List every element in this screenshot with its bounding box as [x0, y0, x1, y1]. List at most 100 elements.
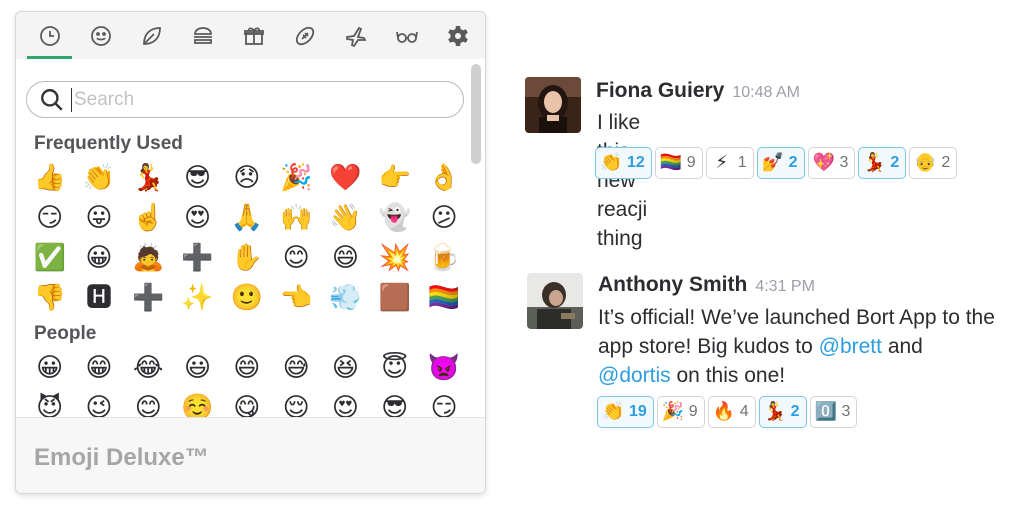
clock-icon — [39, 25, 60, 46]
emoji-cell[interactable]: 😋 — [222, 388, 271, 417]
emoji-list: Frequently Used 👍 👏 💃 😎 😞 🎉 ❤️ 👉 👌 😏 😛 ☝️ 😍 🙏 🙌 👋 👻 😕 ✅ 😀 🙇 ➕… — [16, 130, 471, 417]
emoji-cell[interactable]: 😕 — [419, 198, 468, 238]
emoji-cell[interactable]: 😅 — [271, 348, 320, 388]
emoji-cell[interactable]: 🟫 — [370, 278, 419, 318]
emoji-cell[interactable]: 😍 — [321, 388, 370, 417]
emoji-cell[interactable]: 👋 — [321, 198, 370, 238]
emoji-preview-title: Emoji Deluxe™ — [34, 444, 209, 471]
emoji-search-input[interactable] — [71, 87, 451, 112]
emoji-cell[interactable]: ✨ — [173, 278, 222, 318]
reaction-pill[interactable]: 🏳️‍🌈 9 — [654, 147, 703, 179]
emoji-list-scrollbar[interactable] — [471, 64, 481, 164]
message-timestamp[interactable]: 10:48 AM — [732, 84, 800, 101]
tab-travel[interactable] — [330, 12, 381, 59]
reaction-pill[interactable]: 💖 3 — [807, 147, 856, 179]
emoji-cell[interactable]: ❤️ — [321, 158, 370, 198]
reaction-pill[interactable]: 👴 2 — [909, 147, 958, 179]
reaction-pill[interactable]: 🔥 4 — [707, 396, 756, 428]
emoji-cell[interactable]: 😌 — [271, 388, 320, 417]
emoji-cell[interactable]: 😃 — [173, 348, 222, 388]
emoji-cell[interactable]: ✋ — [222, 238, 271, 278]
tab-custom[interactable] — [432, 12, 483, 59]
reaction-pill[interactable]: 💃 2 — [858, 147, 907, 179]
emoji-cell[interactable]: 😈 — [25, 388, 74, 417]
emoji-cell[interactable]: 🎉 — [271, 158, 320, 198]
mention-link[interactable]: @dortis — [598, 364, 671, 387]
emoji-cell[interactable]: 👻 — [370, 198, 419, 238]
emoji-cell[interactable]: 🙇 — [124, 238, 173, 278]
message-timestamp[interactable]: 4:31 PM — [755, 278, 815, 295]
message-author[interactable]: Anthony Smith 4:31 PM — [598, 273, 815, 297]
emoji-cell[interactable]: 👌 — [419, 158, 468, 198]
emoji-cell[interactable]: 😎 — [173, 158, 222, 198]
emoji-cell[interactable]: 👏 — [74, 158, 123, 198]
emoji-cell[interactable]: 😁 — [74, 348, 123, 388]
glasses-icon — [395, 31, 418, 43]
emoji-cell[interactable]: 👉 — [370, 158, 419, 198]
author-name[interactable]: Anthony Smith — [598, 273, 747, 296]
emoji-cell[interactable]: 😉 — [74, 388, 123, 417]
message-text: It’s official! We’ve launched Bort App t… — [598, 303, 998, 390]
tab-food[interactable] — [177, 12, 228, 59]
emoji-cell[interactable]: ✅ — [25, 238, 74, 278]
tab-frequently-used[interactable] — [24, 12, 75, 59]
emoji-cell[interactable]: 🙏 — [222, 198, 271, 238]
avatar[interactable] — [527, 273, 583, 329]
emoji-cell[interactable]: 😏 — [419, 388, 468, 417]
section-title-frequently-used: Frequently Used — [34, 133, 183, 154]
emoji-cell[interactable]: 😛 — [74, 198, 123, 238]
reaction-pill[interactable]: 👏 12 — [595, 147, 652, 179]
reaction-count: 2 — [788, 154, 798, 171]
emoji-cell[interactable]: ☝️ — [124, 198, 173, 238]
emoji-cell[interactable]: 👎 — [25, 278, 74, 318]
reaction-pill[interactable]: 0️⃣ 3 — [809, 396, 858, 428]
emoji-cell[interactable]: 😆 — [321, 348, 370, 388]
emoji-cell[interactable]: 🙌 — [271, 198, 320, 238]
avatar[interactable] — [525, 77, 581, 133]
tab-activity[interactable] — [279, 12, 330, 59]
emoji-cell[interactable]: 🏳️‍🌈 — [419, 278, 468, 318]
emoji-grid-frequently-used: 👍 👏 💃 😎 😞 🎉 ❤️ 👉 👌 😏 😛 ☝️ 😍 🙏 🙌 👋 👻 😕 ✅ 😀 🙇 ➕ ✋ 😊 😄 💥 🍺 👎 🅷 ➕ ✨ 🙂 👈 💨 🟫 🏳️‍… — [16, 158, 471, 318]
tab-objects[interactable] — [381, 12, 432, 59]
tab-nature[interactable] — [126, 12, 177, 59]
emoji-cell[interactable]: 💨 — [321, 278, 370, 318]
emoji-cell[interactable]: 😂 — [124, 348, 173, 388]
emoji-cell[interactable]: 😄 — [321, 238, 370, 278]
tab-celebration[interactable] — [228, 12, 279, 59]
reaction-count: 1 — [737, 154, 747, 171]
mention-link[interactable]: @brett — [819, 335, 882, 358]
emoji-cell[interactable]: 😞 — [222, 158, 271, 198]
emoji-cell[interactable]: 😀 — [74, 238, 123, 278]
emoji-cell[interactable]: 😎 — [370, 388, 419, 417]
author-name[interactable]: Fiona Guiery — [596, 79, 724, 102]
emoji-cell[interactable]: ➕ — [173, 238, 222, 278]
message-author[interactable]: Fiona Guiery 10:48 AM — [596, 79, 800, 103]
reaction-pill[interactable]: ⚡ 1 — [705, 147, 754, 179]
emoji-cell[interactable]: 😀 — [25, 348, 74, 388]
emoji-cell[interactable]: 👈 — [271, 278, 320, 318]
message-text-part: It’s official! We’ve launched Bort App t… — [598, 306, 995, 358]
emoji-cell[interactable]: ➕ — [124, 278, 173, 318]
emoji-cell[interactable]: 🙂 — [222, 278, 271, 318]
emoji-cell[interactable]: 😊 — [271, 238, 320, 278]
section-title-people: People — [34, 323, 97, 344]
reaction-pill[interactable]: 💅 2 — [756, 147, 805, 179]
emoji-cell[interactable]: 💃 — [124, 158, 173, 198]
emoji-cell[interactable]: 😊 — [124, 388, 173, 417]
emoji-cell[interactable]: 😏 — [25, 198, 74, 238]
emoji-cell[interactable]: 👿 — [419, 348, 468, 388]
emoji-cell[interactable]: ☺️ — [173, 388, 222, 417]
emoji-cell[interactable]: 😍 — [173, 198, 222, 238]
emoji-cell[interactable]: 😄 — [222, 348, 271, 388]
emoji-cell[interactable]: 🍺 — [419, 238, 468, 278]
tab-people[interactable] — [75, 12, 126, 59]
airplane-icon — [345, 26, 366, 47]
reaction-pill[interactable]: 💃 2 — [758, 396, 807, 428]
emoji-cell[interactable]: 🅷 — [74, 278, 123, 318]
reaction-pill[interactable]: 👏 19 — [597, 396, 654, 428]
reaction-pill[interactable]: 🎉 9 — [656, 396, 705, 428]
emoji-cell[interactable]: 💥 — [370, 238, 419, 278]
smiley-icon — [90, 25, 111, 46]
emoji-cell[interactable]: 👍 — [25, 158, 74, 198]
emoji-cell[interactable]: 😇 — [370, 348, 419, 388]
